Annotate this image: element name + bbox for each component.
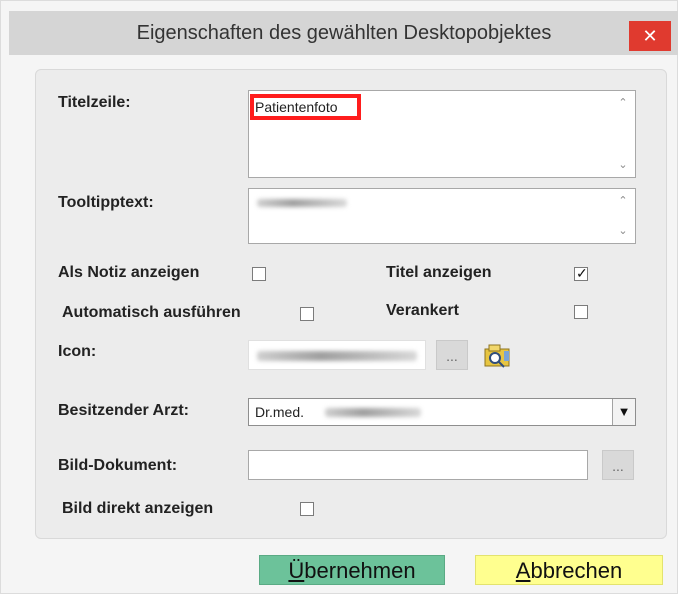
folder-search-icon[interactable]: [482, 340, 514, 370]
titelzeile-textarea[interactable]: Patientenfoto ⌃ ⌄: [248, 90, 636, 178]
properties-panel: Titelzeile: Patientenfoto ⌃ ⌄ Tooltippte…: [35, 69, 667, 539]
automatisch-checkbox[interactable]: [300, 307, 314, 321]
close-icon: ✕: [642, 26, 658, 46]
titelzeile-value: Patientenfoto: [255, 99, 338, 115]
verankert-checkbox[interactable]: [574, 305, 588, 319]
verankert-label: Verankert: [386, 302, 459, 319]
chevron-down-icon[interactable]: ⌄: [615, 157, 631, 173]
als-notiz-checkbox[interactable]: [252, 267, 266, 281]
besitzender-arzt-select[interactable]: Dr.med. ▼: [248, 398, 636, 426]
dialog-title: Eigenschaften des gewählten Desktopobjek…: [136, 22, 552, 44]
cancel-button[interactable]: Abbrechen: [475, 555, 663, 585]
titelzeile-label: Titelzeile:: [58, 94, 131, 111]
chevron-up-icon[interactable]: ⌃: [615, 95, 631, 111]
cancel-accelerator: A: [515, 558, 531, 583]
tooltiptext-textarea[interactable]: ⌃ ⌄: [248, 188, 636, 244]
chevron-up-icon[interactable]: ⌃: [615, 193, 631, 209]
dialog-window: Eigenschaften des gewählten Desktopobjek…: [0, 0, 678, 594]
icon-label: Icon:: [58, 343, 97, 360]
apply-accelerator: Ü: [288, 558, 305, 583]
bild-direkt-label: Bild direkt anzeigen: [62, 500, 214, 517]
chevron-down-icon[interactable]: ⌄: [615, 223, 631, 239]
besitzender-label: Besitzender Arzt:: [58, 402, 189, 419]
apply-button[interactable]: Übernehmen: [259, 555, 445, 585]
icon-path-field[interactable]: [248, 340, 426, 370]
tooltip-redacted-text: [257, 199, 347, 207]
bild-direkt-checkbox[interactable]: [300, 502, 314, 516]
titel-anzeigen-checkbox[interactable]: ✓: [574, 265, 588, 281]
titel-anzeigen-label: Titel anzeigen: [386, 264, 492, 281]
tooltiptext-scrollbar[interactable]: ⌃ ⌄: [615, 189, 631, 243]
dropdown-arrow-icon[interactable]: ▼: [612, 399, 635, 425]
bild-dokument-label: Bild-Dokument:: [58, 457, 178, 474]
icon-path-redacted: [257, 351, 417, 361]
icon-browse-button[interactable]: ...: [436, 340, 468, 370]
bild-dokument-browse-button[interactable]: ...: [602, 450, 634, 480]
tooltiptext-label: Tooltipptext:: [58, 194, 154, 211]
title-bar: Eigenschaften des gewählten Desktopobjek…: [9, 11, 678, 55]
apply-label: bernehmen: [304, 558, 416, 583]
als-notiz-label: Als Notiz anzeigen: [58, 264, 200, 281]
close-button[interactable]: ✕: [629, 21, 671, 51]
bild-dokument-field[interactable]: [248, 450, 588, 480]
besitzender-value: Dr.med.: [255, 404, 305, 420]
titelzeile-scrollbar[interactable]: ⌃ ⌄: [615, 91, 631, 177]
cancel-label: bbrechen: [530, 558, 623, 583]
checkmark-icon: ✓: [576, 265, 588, 281]
automatisch-label: Automatisch ausführen: [62, 304, 241, 321]
besitzender-redacted: [325, 408, 421, 417]
